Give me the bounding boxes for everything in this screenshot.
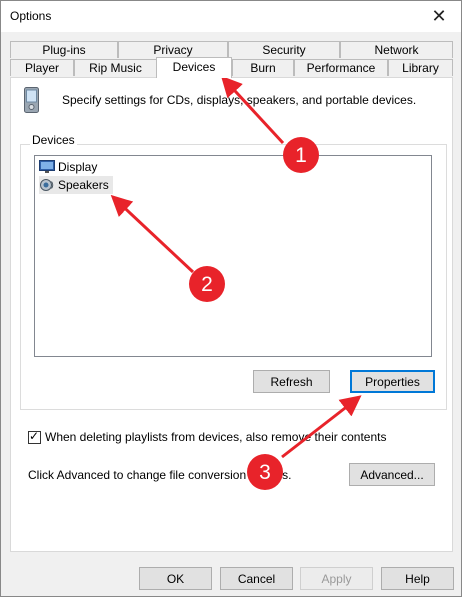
list-item-label: Display	[58, 160, 98, 174]
dialog-footer: OK Cancel Apply Help	[1, 554, 461, 596]
devices-list[interactable]: Display Speakers	[34, 155, 432, 357]
tab-privacy[interactable]: Privacy	[118, 41, 228, 58]
list-item-label: Speakers	[58, 178, 109, 192]
tab-devices[interactable]: Devices	[156, 57, 232, 78]
cancel-button[interactable]: Cancel	[220, 567, 293, 590]
ok-button[interactable]: OK	[139, 567, 212, 590]
apply-button: Apply	[300, 567, 373, 590]
tab-burn[interactable]: Burn	[232, 59, 294, 76]
devices-tab-panel: Specify settings for CDs, displays, spea…	[10, 77, 453, 552]
monitor-icon	[39, 160, 55, 173]
tab-library[interactable]: Library	[388, 59, 453, 76]
list-item-display[interactable]: Display	[39, 158, 101, 176]
tab-rip-music[interactable]: Rip Music	[74, 59, 157, 76]
tab-network[interactable]: Network	[340, 41, 453, 58]
advanced-hint: Click Advanced to change file conversion…	[28, 468, 292, 482]
delete-playlists-checkbox[interactable]: When deleting playlists from devices, al…	[28, 429, 387, 444]
portable-device-icon	[24, 87, 39, 113]
properties-button[interactable]: Properties	[350, 370, 435, 393]
tab-plug-ins[interactable]: Plug-ins	[10, 41, 118, 58]
close-icon[interactable]: ✕	[417, 1, 461, 32]
checkbox-checked-icon[interactable]	[28, 429, 41, 444]
tab-security[interactable]: Security	[228, 41, 340, 58]
options-dialog: Options ✕ Plug-ins Privacy Security Netw…	[0, 0, 462, 597]
help-button[interactable]: Help	[381, 567, 454, 590]
speaker-icon	[40, 179, 54, 191]
title-bar: Options ✕	[1, 1, 461, 32]
checkbox-label: When deleting playlists from devices, al…	[45, 430, 387, 444]
advanced-button[interactable]: Advanced...	[349, 463, 435, 486]
window-title: Options	[10, 9, 52, 23]
tab-performance[interactable]: Performance	[294, 59, 388, 76]
devices-group-label: Devices	[30, 133, 77, 147]
list-item-speakers[interactable]: Speakers	[39, 176, 113, 194]
devices-description: Specify settings for CDs, displays, spea…	[62, 93, 417, 107]
refresh-button[interactable]: Refresh	[253, 370, 330, 393]
tab-player[interactable]: Player	[10, 59, 74, 76]
